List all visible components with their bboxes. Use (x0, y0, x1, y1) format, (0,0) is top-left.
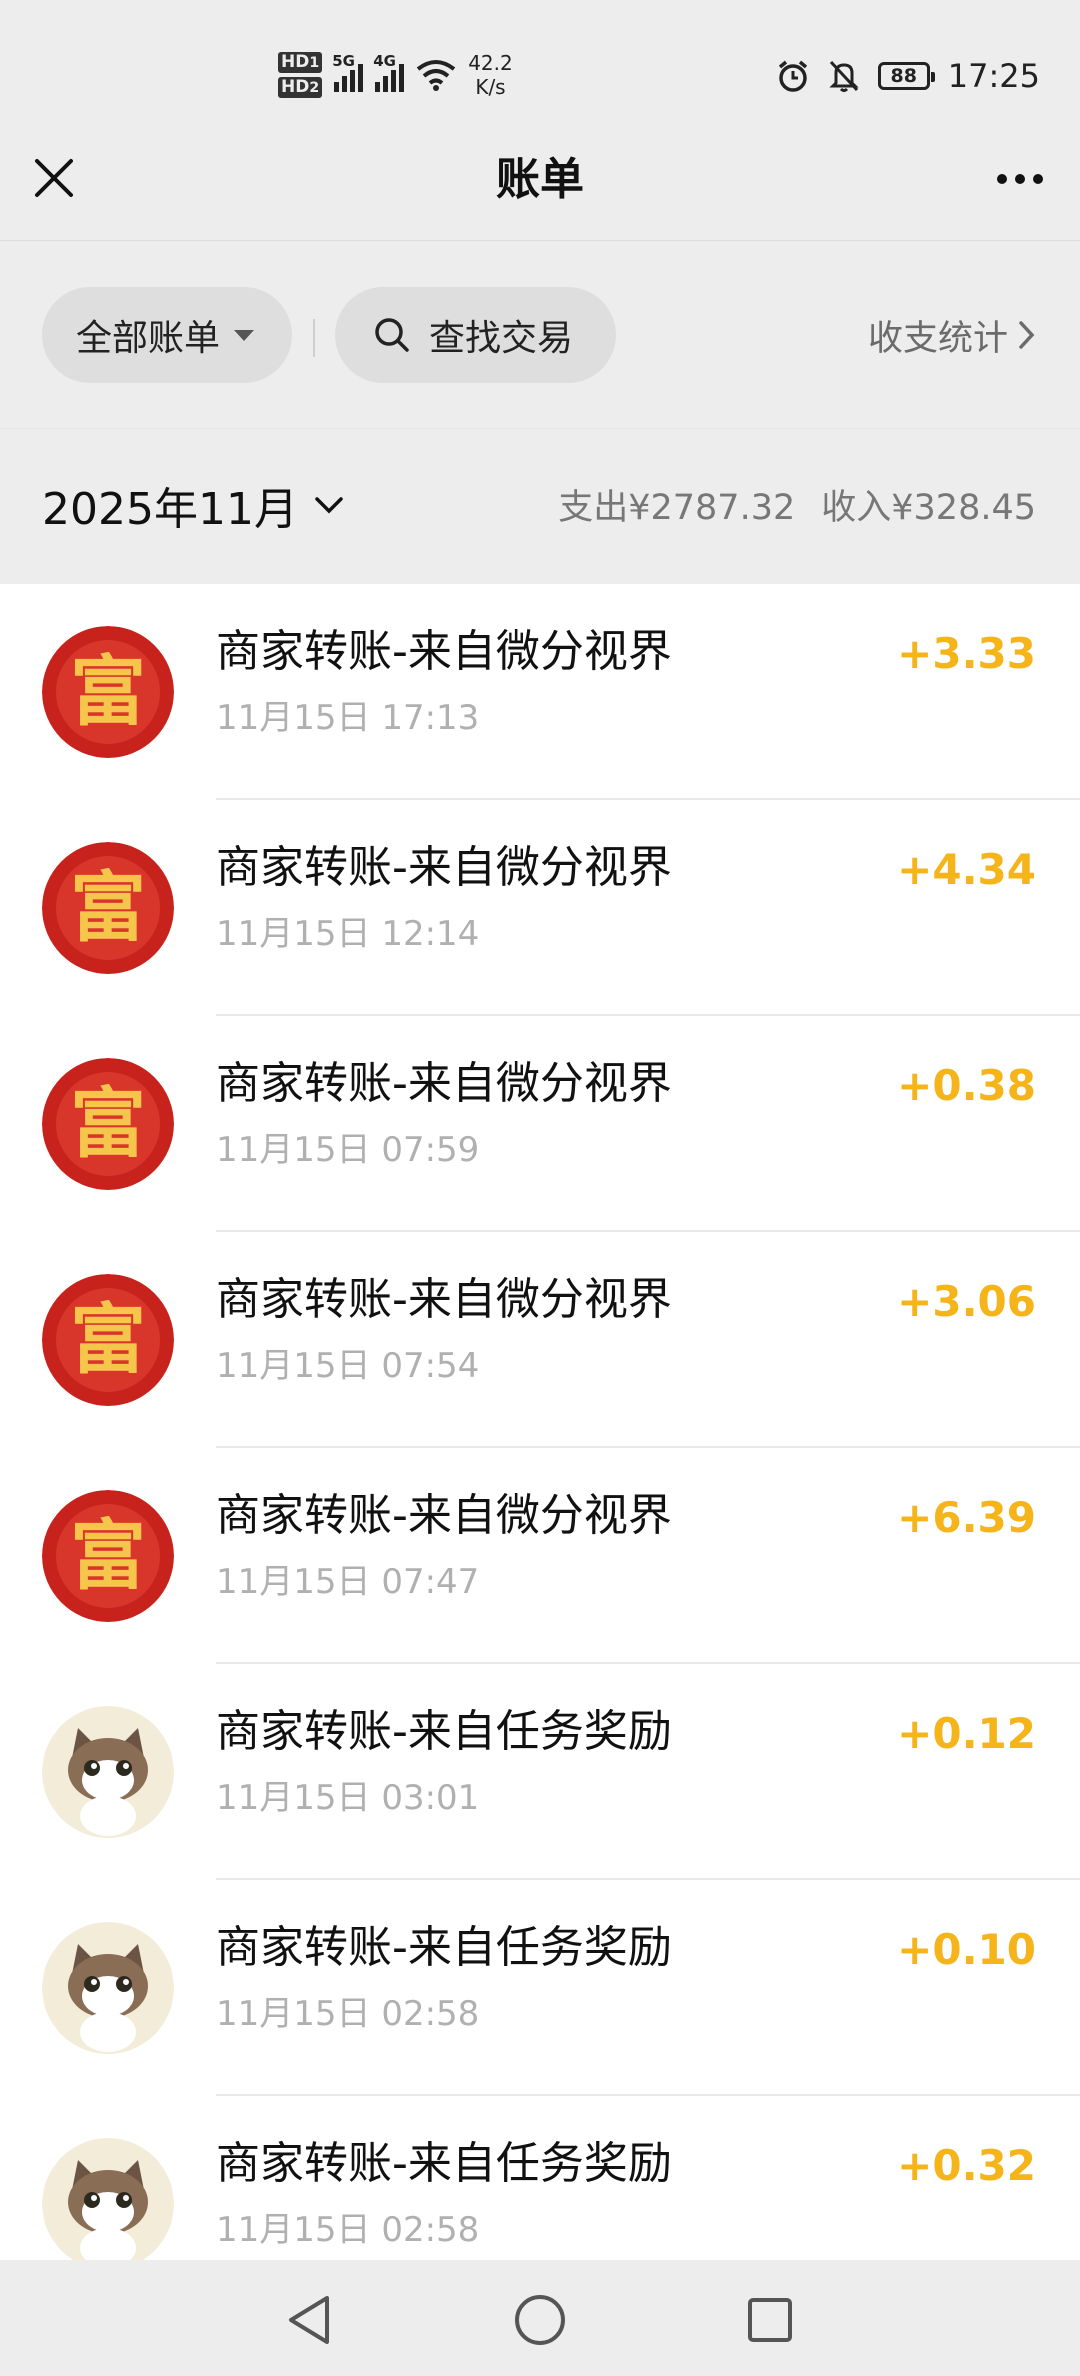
cat-avatar (42, 1706, 174, 1838)
transaction-amount: +3.06 (897, 1277, 1036, 1326)
more-button[interactable] (990, 156, 1050, 202)
mute-bell-icon (829, 60, 859, 92)
transaction-title: 商家转账-来自任务奖励 (216, 1922, 672, 1973)
transaction-time: 11月15日 03:01 (216, 1778, 480, 1818)
fu-avatar: 富 (42, 1490, 174, 1622)
search-transactions-button[interactable]: 查找交易 (335, 287, 616, 383)
page-title: 账单 (496, 154, 584, 205)
transaction-row[interactable]: 富 商家转账-来自微分视界 11月15日 07:59 +0.38 (0, 1016, 1080, 1232)
transaction-title: 商家转账-来自任务奖励 (216, 1706, 672, 1757)
svg-text:富: 富 (70, 1295, 146, 1384)
battery-indicator: 88 (877, 62, 935, 90)
transaction-amount: +6.39 (897, 1493, 1036, 1542)
status-right: 88 17:25 (776, 48, 1040, 104)
status-left: HD1 HD2 5G 4G 42.2 K/s (278, 40, 513, 110)
transaction-row[interactable]: 富 商家转账-来自微分视界 11月15日 07:54 +3.06 (0, 1232, 1080, 1448)
home-circle-icon (515, 2295, 565, 2345)
clock: 17:25 (947, 57, 1040, 95)
transaction-amount: +4.34 (897, 845, 1036, 894)
more-icon (997, 174, 1043, 184)
transaction-time: 11月15日 12:14 (216, 914, 480, 954)
transaction-time: 11月15日 02:58 (216, 2210, 480, 2250)
search-icon (375, 318, 409, 352)
transaction-title: 商家转账-来自微分视界 (216, 1490, 672, 1541)
recents-button[interactable] (740, 2290, 800, 2350)
transaction-time: 11月15日 07:59 (216, 1130, 480, 1170)
transaction-amount: +0.32 (897, 2141, 1036, 2190)
search-label: 查找交易 (429, 318, 574, 359)
transaction-title: 商家转账-来自微分视界 (216, 626, 672, 677)
wifi-icon (416, 60, 456, 91)
transaction-amount: +0.38 (897, 1061, 1036, 1110)
all-bills-dropdown[interactable]: 全部账单 (42, 287, 292, 383)
transaction-row[interactable]: 富 商家转账-来自微分视界 11月15日 07:47 +6.39 (0, 1448, 1080, 1664)
transaction-time: 11月15日 07:47 (216, 1562, 480, 1602)
transaction-row[interactable]: 富 商家转账-来自微分视界 11月15日 17:13 +3.33 (0, 584, 1080, 800)
transaction-title: 商家转账-来自微分视界 (216, 1058, 672, 1109)
back-button[interactable] (278, 2290, 338, 2350)
transaction-amount: +0.10 (897, 1925, 1036, 1974)
signal-4g-icon: 4G (373, 52, 405, 92)
expense-total: 支出¥2787.32 (558, 488, 796, 528)
transaction-amount: +0.12 (897, 1709, 1036, 1758)
month-summary-bar: 2025年11月 支出¥2787.32 收入¥328.45 (0, 428, 1080, 585)
fu-avatar: 富 (42, 1274, 174, 1406)
fu-avatar: 富 (42, 626, 174, 758)
alarm-icon (778, 60, 807, 92)
stats-label: 收支统计 (867, 318, 1008, 359)
transaction-list: 富 商家转账-来自微分视界 11月15日 17:13 +3.33 富 商家转账-… (0, 584, 1080, 2260)
transaction-title: 商家转账-来自任务奖励 (216, 2138, 672, 2189)
svg-text:富: 富 (70, 863, 146, 952)
transaction-amount: +3.33 (897, 629, 1036, 678)
month-label: 2025年11月 (42, 484, 298, 535)
cat-avatar (42, 2138, 174, 2260)
month-totals: 支出¥2787.32 收入¥328.45 (558, 479, 1036, 530)
fu-avatar: 富 (42, 1058, 174, 1190)
svg-text:富: 富 (70, 1079, 146, 1168)
transaction-row[interactable]: 富 商家转账-来自微分视界 11月15日 12:14 +4.34 (0, 800, 1080, 1016)
system-nav-bar (0, 2260, 1080, 2376)
svg-text:富: 富 (70, 1511, 146, 1600)
chevron-down-icon (315, 497, 343, 514)
month-selector[interactable]: 2025年11月 (42, 473, 344, 537)
back-triangle-icon (289, 2296, 329, 2344)
transaction-title: 商家转账-来自微分视界 (216, 1274, 672, 1325)
income-expense-stats-link[interactable]: 收支统计 (868, 287, 1036, 383)
network-speed: 42.2 K/s (468, 51, 513, 99)
transaction-time: 11月15日 07:54 (216, 1346, 480, 1386)
transaction-title: 商家转账-来自微分视界 (216, 842, 672, 893)
recents-square-icon (748, 2298, 792, 2342)
fu-avatar: 富 (42, 842, 174, 974)
chevron-right-icon (1019, 321, 1035, 349)
filter-row: 全部账单 查找交易 收支统计 (0, 241, 1080, 427)
income-total: 收入¥328.45 (821, 488, 1036, 528)
cat-avatar (42, 1922, 174, 2054)
transaction-row[interactable]: 商家转账-来自任务奖励 11月15日 02:58 +0.10 (0, 1880, 1080, 2096)
header: 账单 (0, 120, 1080, 241)
signal-5g-icon: 5G (332, 52, 364, 92)
svg-text:富: 富 (70, 647, 146, 736)
hd-indicator: HD1 HD2 (278, 52, 323, 98)
transaction-row[interactable]: 商家转账-来自任务奖励 11月15日 02:58 +0.32 (0, 2096, 1080, 2260)
transaction-row[interactable]: 商家转账-来自任务奖励 11月15日 03:01 +0.12 (0, 1664, 1080, 1880)
transaction-time: 11月15日 17:13 (216, 698, 480, 738)
all-bills-label: 全部账单 (76, 318, 221, 359)
home-button[interactable] (510, 2290, 570, 2350)
divider (313, 319, 315, 357)
caret-down-icon (234, 329, 255, 341)
transaction-time: 11月15日 02:58 (216, 1994, 480, 2034)
